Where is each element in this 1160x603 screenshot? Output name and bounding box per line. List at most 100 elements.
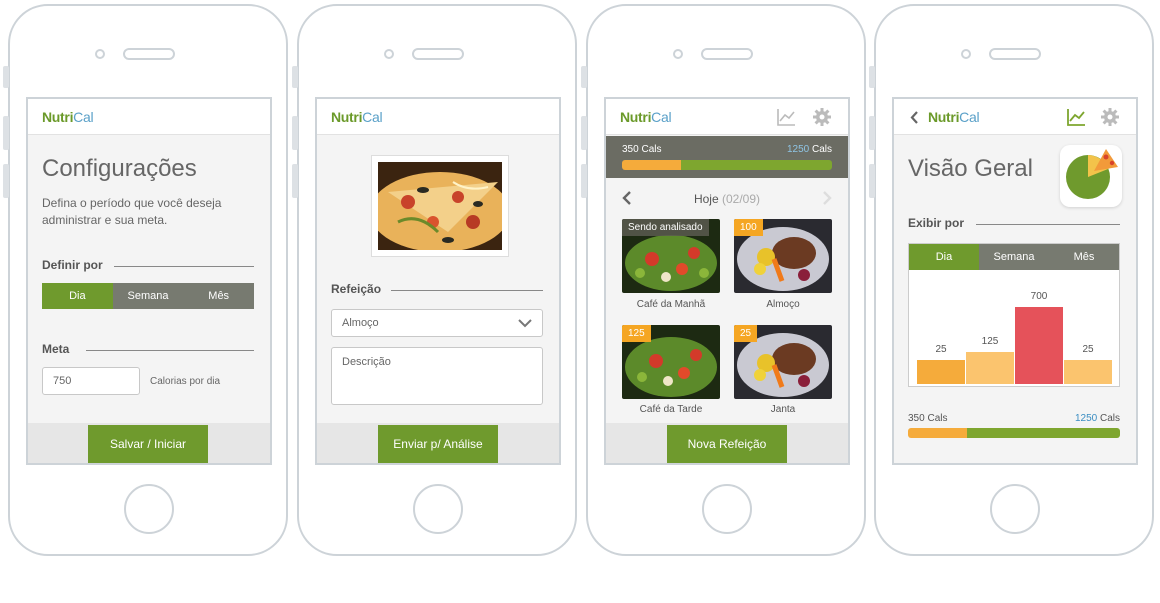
gear-icon[interactable] xyxy=(1100,107,1120,127)
tab-semana[interactable]: Semana xyxy=(112,283,184,309)
date-label: (02/09) xyxy=(722,192,761,206)
phone-camera xyxy=(384,49,394,59)
app-header: NutriCal xyxy=(28,99,270,135)
phone-side-button xyxy=(581,164,587,198)
app-logo: NutriCal xyxy=(331,109,383,125)
tab-dia[interactable]: Dia xyxy=(909,244,979,270)
calorie-unit: Cals xyxy=(1099,413,1120,424)
meal-label: Refeição xyxy=(331,282,382,296)
calorie-unit: Cals xyxy=(811,144,832,155)
calorie-used: 350 Cals xyxy=(908,413,947,424)
meal-badge-calories: 25 xyxy=(734,325,758,342)
pizza-image xyxy=(370,162,510,252)
home-button[interactable] xyxy=(702,484,752,534)
goal-unit: Calorias por dia xyxy=(150,376,221,387)
chart-data-label: 700 xyxy=(1030,291,1048,303)
phone-side-button xyxy=(581,116,587,150)
chevron-right-icon[interactable] xyxy=(822,191,832,205)
page-title: Visão Geral xyxy=(908,155,1033,182)
phone-speaker xyxy=(412,48,464,60)
phone-overview: NutriCal Visão Geral Exibir por Dia Sema… xyxy=(869,4,1154,556)
tab-dia[interactable]: Dia xyxy=(42,283,113,309)
phone-side-button xyxy=(869,66,875,88)
tab-semana[interactable]: Semana xyxy=(979,244,1049,270)
goal-label: Meta xyxy=(42,342,70,356)
chart-bar xyxy=(1015,307,1063,384)
back-chevron-icon[interactable] xyxy=(910,111,919,124)
calorie-goal-value: 1250 xyxy=(786,144,810,155)
gear-icon[interactable] xyxy=(812,107,832,127)
logo-bold: Nutri xyxy=(620,109,652,125)
show-by-label: Exibir por xyxy=(908,216,965,230)
app-header: NutriCal xyxy=(317,99,559,135)
calorie-used: 350 Cals xyxy=(622,144,661,155)
logo-bold: Nutri xyxy=(331,109,363,125)
pie-chart-graphic xyxy=(1066,149,1118,199)
app-logo: NutriCal xyxy=(928,109,980,125)
meal-name: Almoço xyxy=(766,299,800,310)
calorie-progress-used xyxy=(622,160,681,170)
meal-card-lunch[interactable]: 100 xyxy=(734,219,832,293)
goal-input[interactable]: 750 xyxy=(42,367,140,395)
divider xyxy=(86,350,254,351)
period-selector: Dia Semana Mês xyxy=(42,283,255,309)
meal-badge-calories: 100 xyxy=(734,219,763,236)
meal-card-afternoon[interactable]: 125 xyxy=(622,325,720,399)
calorie-goal: 1250 Cals xyxy=(787,144,832,155)
phone-side-button xyxy=(3,164,9,198)
calorie-goal-value: 1250 xyxy=(1074,413,1098,424)
chart-line-icon[interactable] xyxy=(776,107,796,127)
phone-camera xyxy=(673,49,683,59)
calorie-progress-used xyxy=(908,428,968,438)
home-button[interactable] xyxy=(124,484,174,534)
divider xyxy=(976,224,1120,225)
chevron-down-icon xyxy=(518,319,532,328)
date-navigation: Hoje (02/09) xyxy=(606,192,848,206)
phone-speaker xyxy=(123,48,175,60)
divider xyxy=(391,290,543,291)
meal-badge-calories: 125 xyxy=(622,325,651,342)
define-by-label: Definir por xyxy=(42,258,103,272)
logo-bold: Nutri xyxy=(928,109,960,125)
chart-data-label: 25 xyxy=(1082,344,1094,355)
page-title: Configurações xyxy=(42,155,197,182)
phone-side-button xyxy=(292,116,298,150)
meal-photo[interactable] xyxy=(370,155,510,257)
phone-side-button xyxy=(292,66,298,88)
chart-data-label: 125 xyxy=(981,335,999,347)
phone-camera xyxy=(961,49,971,59)
send-analysis-button[interactable]: Enviar p/ Análise xyxy=(378,425,498,463)
meal-badge-analyzing: Sendo analisado xyxy=(622,219,709,236)
chart-data-label: 25 xyxy=(935,344,947,355)
chart-bar xyxy=(1064,360,1112,384)
phone-side-button xyxy=(869,116,875,150)
meal-name: Janta xyxy=(770,404,796,415)
home-button[interactable] xyxy=(990,484,1040,534)
tab-mes[interactable]: Mês xyxy=(183,283,255,309)
home-button[interactable] xyxy=(413,484,463,534)
meal-select[interactable]: Almoço xyxy=(331,309,543,337)
calorie-summary: 350 Cals 1250 Cals xyxy=(606,136,848,178)
calorie-used-value: 350 xyxy=(622,144,639,155)
logo-light: Cal xyxy=(73,109,94,125)
logo-light: Cal xyxy=(362,109,383,125)
save-start-button[interactable]: Salvar / Iniciar xyxy=(88,425,208,463)
logo-light: Cal xyxy=(959,109,980,125)
phone-speaker xyxy=(701,48,753,60)
app-logo: NutriCal xyxy=(620,109,672,125)
meal-card-dinner[interactable]: 25 xyxy=(734,325,832,399)
calorie-used-value: 350 xyxy=(908,413,925,424)
logo-bold: Nutri xyxy=(42,109,74,125)
phone-side-button xyxy=(581,66,587,88)
chart-line-icon[interactable] xyxy=(1066,107,1086,127)
app-logo: NutriCal xyxy=(42,109,94,125)
chart-bar xyxy=(966,351,1014,384)
calorie-progress-rest xyxy=(967,428,1120,438)
description-textarea[interactable]: Descrição xyxy=(331,347,543,405)
overview-screen: NutriCal Visão Geral Exibir por Dia Sema… xyxy=(892,97,1138,465)
phone-settings: NutriCal Configurações Defina o período … xyxy=(3,4,288,556)
day-label: Hoje xyxy=(693,192,719,206)
tab-mes[interactable]: Mês xyxy=(1049,244,1119,270)
new-meal-button[interactable]: Nova Refeição xyxy=(667,425,787,463)
meal-card-breakfast[interactable]: Sendo analisado xyxy=(622,219,720,293)
